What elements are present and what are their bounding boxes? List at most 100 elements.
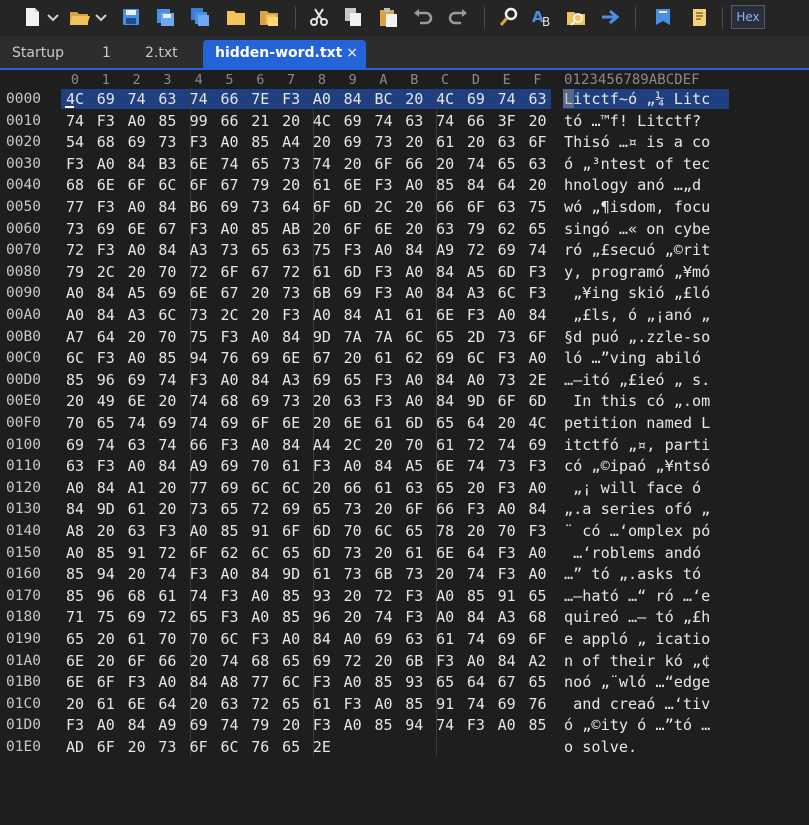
hex-byte[interactable]: 75 <box>524 197 552 218</box>
hex-byte[interactable]: 6E <box>61 672 89 693</box>
hex-byte[interactable]: 84 <box>462 175 490 196</box>
hex-byte[interactable]: F3 <box>92 240 120 261</box>
bookmark-icon[interactable] <box>651 5 675 29</box>
hex-byte[interactable]: 84 <box>524 305 552 326</box>
hex-byte[interactable]: 84 <box>123 715 151 736</box>
hex-byte[interactable]: 6E <box>185 283 213 304</box>
hex-byte[interactable]: 20 <box>123 564 151 585</box>
hex-byte[interactable]: 61 <box>400 305 428 326</box>
hex-byte[interactable]: A0 <box>524 564 552 585</box>
hex-byte[interactable]: 65 <box>277 737 305 758</box>
hex-byte[interactable]: 20 <box>462 132 490 153</box>
ascii-text[interactable]: ló …”ving abiló <box>564 348 710 369</box>
hex-byte[interactable]: F3 <box>370 391 398 412</box>
hex-byte[interactable]: A0 <box>400 391 428 412</box>
hex-byte[interactable]: 6C <box>277 478 305 499</box>
hex-byte[interactable]: 2C <box>339 435 367 456</box>
hex-byte[interactable]: 63 <box>400 478 428 499</box>
find-in-files-icon[interactable] <box>564 5 588 29</box>
hex-byte[interactable]: 20 <box>246 305 274 326</box>
hex-byte[interactable]: 79 <box>462 219 490 240</box>
hex-byte[interactable]: F3 <box>185 370 213 391</box>
hex-byte[interactable]: 62 <box>493 219 521 240</box>
ascii-text[interactable]: …–itó „£ieó „ s. <box>564 370 710 391</box>
hex-byte[interactable]: 20 <box>431 564 459 585</box>
ascii-text[interactable]: tó …™f! Litctf? <box>564 111 710 132</box>
hex-byte[interactable]: 72 <box>61 240 89 261</box>
hex-byte[interactable]: 61 <box>370 413 398 434</box>
hex-byte[interactable]: 64 <box>462 543 490 564</box>
hex-byte[interactable]: 4C <box>524 413 552 434</box>
hex-byte[interactable]: A0 <box>216 132 244 153</box>
hex-byte[interactable]: 75 <box>92 607 120 628</box>
hex-byte[interactable]: 63 <box>493 132 521 153</box>
hex-byte[interactable]: F3 <box>185 564 213 585</box>
hex-byte[interactable]: 91 <box>246 521 274 542</box>
hex-byte[interactable]: 73 <box>277 154 305 175</box>
hex-byte[interactable]: 69 <box>246 391 274 412</box>
hex-byte[interactable]: 20 <box>370 651 398 672</box>
hex-byte[interactable]: 63 <box>339 391 367 412</box>
hex-byte[interactable]: A0 <box>216 370 244 391</box>
hex-byte[interactable]: 61 <box>123 499 151 520</box>
hex-byte[interactable]: 63 <box>153 89 181 110</box>
hex-byte[interactable]: F3 <box>400 586 428 607</box>
hex-byte[interactable]: AB <box>277 219 305 240</box>
hex-byte[interactable]: 85 <box>370 672 398 693</box>
hex-byte[interactable]: F3 <box>216 607 244 628</box>
hex-byte[interactable]: 84 <box>246 370 274 391</box>
hex-byte[interactable]: A0 <box>339 456 367 477</box>
hex-byte[interactable]: 69 <box>339 283 367 304</box>
hex-byte[interactable]: F3 <box>92 197 120 218</box>
hex-byte[interactable]: 65 <box>400 521 428 542</box>
hex-byte[interactable]: 6E <box>123 219 151 240</box>
hex-byte[interactable]: 62 <box>216 543 244 564</box>
hex-byte[interactable]: 84 <box>61 499 89 520</box>
hex-byte[interactable]: 6D <box>493 262 521 283</box>
hex-byte[interactable]: 20 <box>277 715 305 736</box>
hex-byte[interactable]: A8 <box>61 521 89 542</box>
hex-byte[interactable]: 6D <box>308 521 336 542</box>
hex-byte[interactable]: 9D <box>308 327 336 348</box>
ascii-text[interactable]: noó „¨wló …“edge <box>564 672 710 693</box>
hex-byte[interactable]: 70 <box>153 327 181 348</box>
ascii-text[interactable]: §d puó „.zzle-so <box>564 327 710 348</box>
ascii-text[interactable]: singó …« on cybe <box>564 219 710 240</box>
hex-byte[interactable]: 72 <box>370 586 398 607</box>
hex-byte[interactable]: 69 <box>185 715 213 736</box>
hex-byte[interactable]: 63 <box>431 219 459 240</box>
hex-byte[interactable]: 6C <box>153 305 181 326</box>
hex-byte[interactable]: 85 <box>61 370 89 391</box>
hex-byte[interactable]: 94 <box>185 348 213 369</box>
hex-byte[interactable]: 94 <box>92 564 120 585</box>
hex-byte[interactable]: 20 <box>462 478 490 499</box>
hex-byte[interactable]: 69 <box>216 456 244 477</box>
hex-byte[interactable]: 6F <box>216 262 244 283</box>
hex-byte[interactable]: 73 <box>185 499 213 520</box>
hex-byte[interactable]: 84 <box>431 262 459 283</box>
hex-byte[interactable]: 6C <box>370 521 398 542</box>
hex-byte[interactable]: 6D <box>308 543 336 564</box>
hex-byte[interactable]: 69 <box>216 478 244 499</box>
ascii-text[interactable]: n of their kó „¢ <box>564 651 710 672</box>
chevron-down-icon[interactable] <box>45 5 61 29</box>
hex-byte[interactable]: 75 <box>185 327 213 348</box>
hex-byte[interactable]: 85 <box>92 543 120 564</box>
hex-byte[interactable]: 65 <box>493 154 521 175</box>
hex-byte[interactable]: 6F <box>123 175 151 196</box>
hex-byte[interactable]: 70 <box>493 521 521 542</box>
hex-byte[interactable]: 2C <box>216 305 244 326</box>
hex-byte[interactable]: 4C <box>431 89 459 110</box>
hex-byte[interactable]: 20 <box>246 283 274 304</box>
hex-byte[interactable]: F3 <box>370 262 398 283</box>
hex-byte[interactable]: 2C <box>92 262 120 283</box>
hex-byte[interactable]: 74 <box>431 111 459 132</box>
hex-byte[interactable]: 65 <box>277 651 305 672</box>
hex-byte[interactable]: F3 <box>370 370 398 391</box>
hex-byte[interactable]: 73 <box>277 283 305 304</box>
hex-byte[interactable]: A0 <box>339 629 367 650</box>
hex-byte[interactable]: A0 <box>400 283 428 304</box>
hex-byte[interactable]: A0 <box>216 219 244 240</box>
hex-byte[interactable]: 74 <box>185 413 213 434</box>
hex-byte[interactable]: 74 <box>153 435 181 456</box>
